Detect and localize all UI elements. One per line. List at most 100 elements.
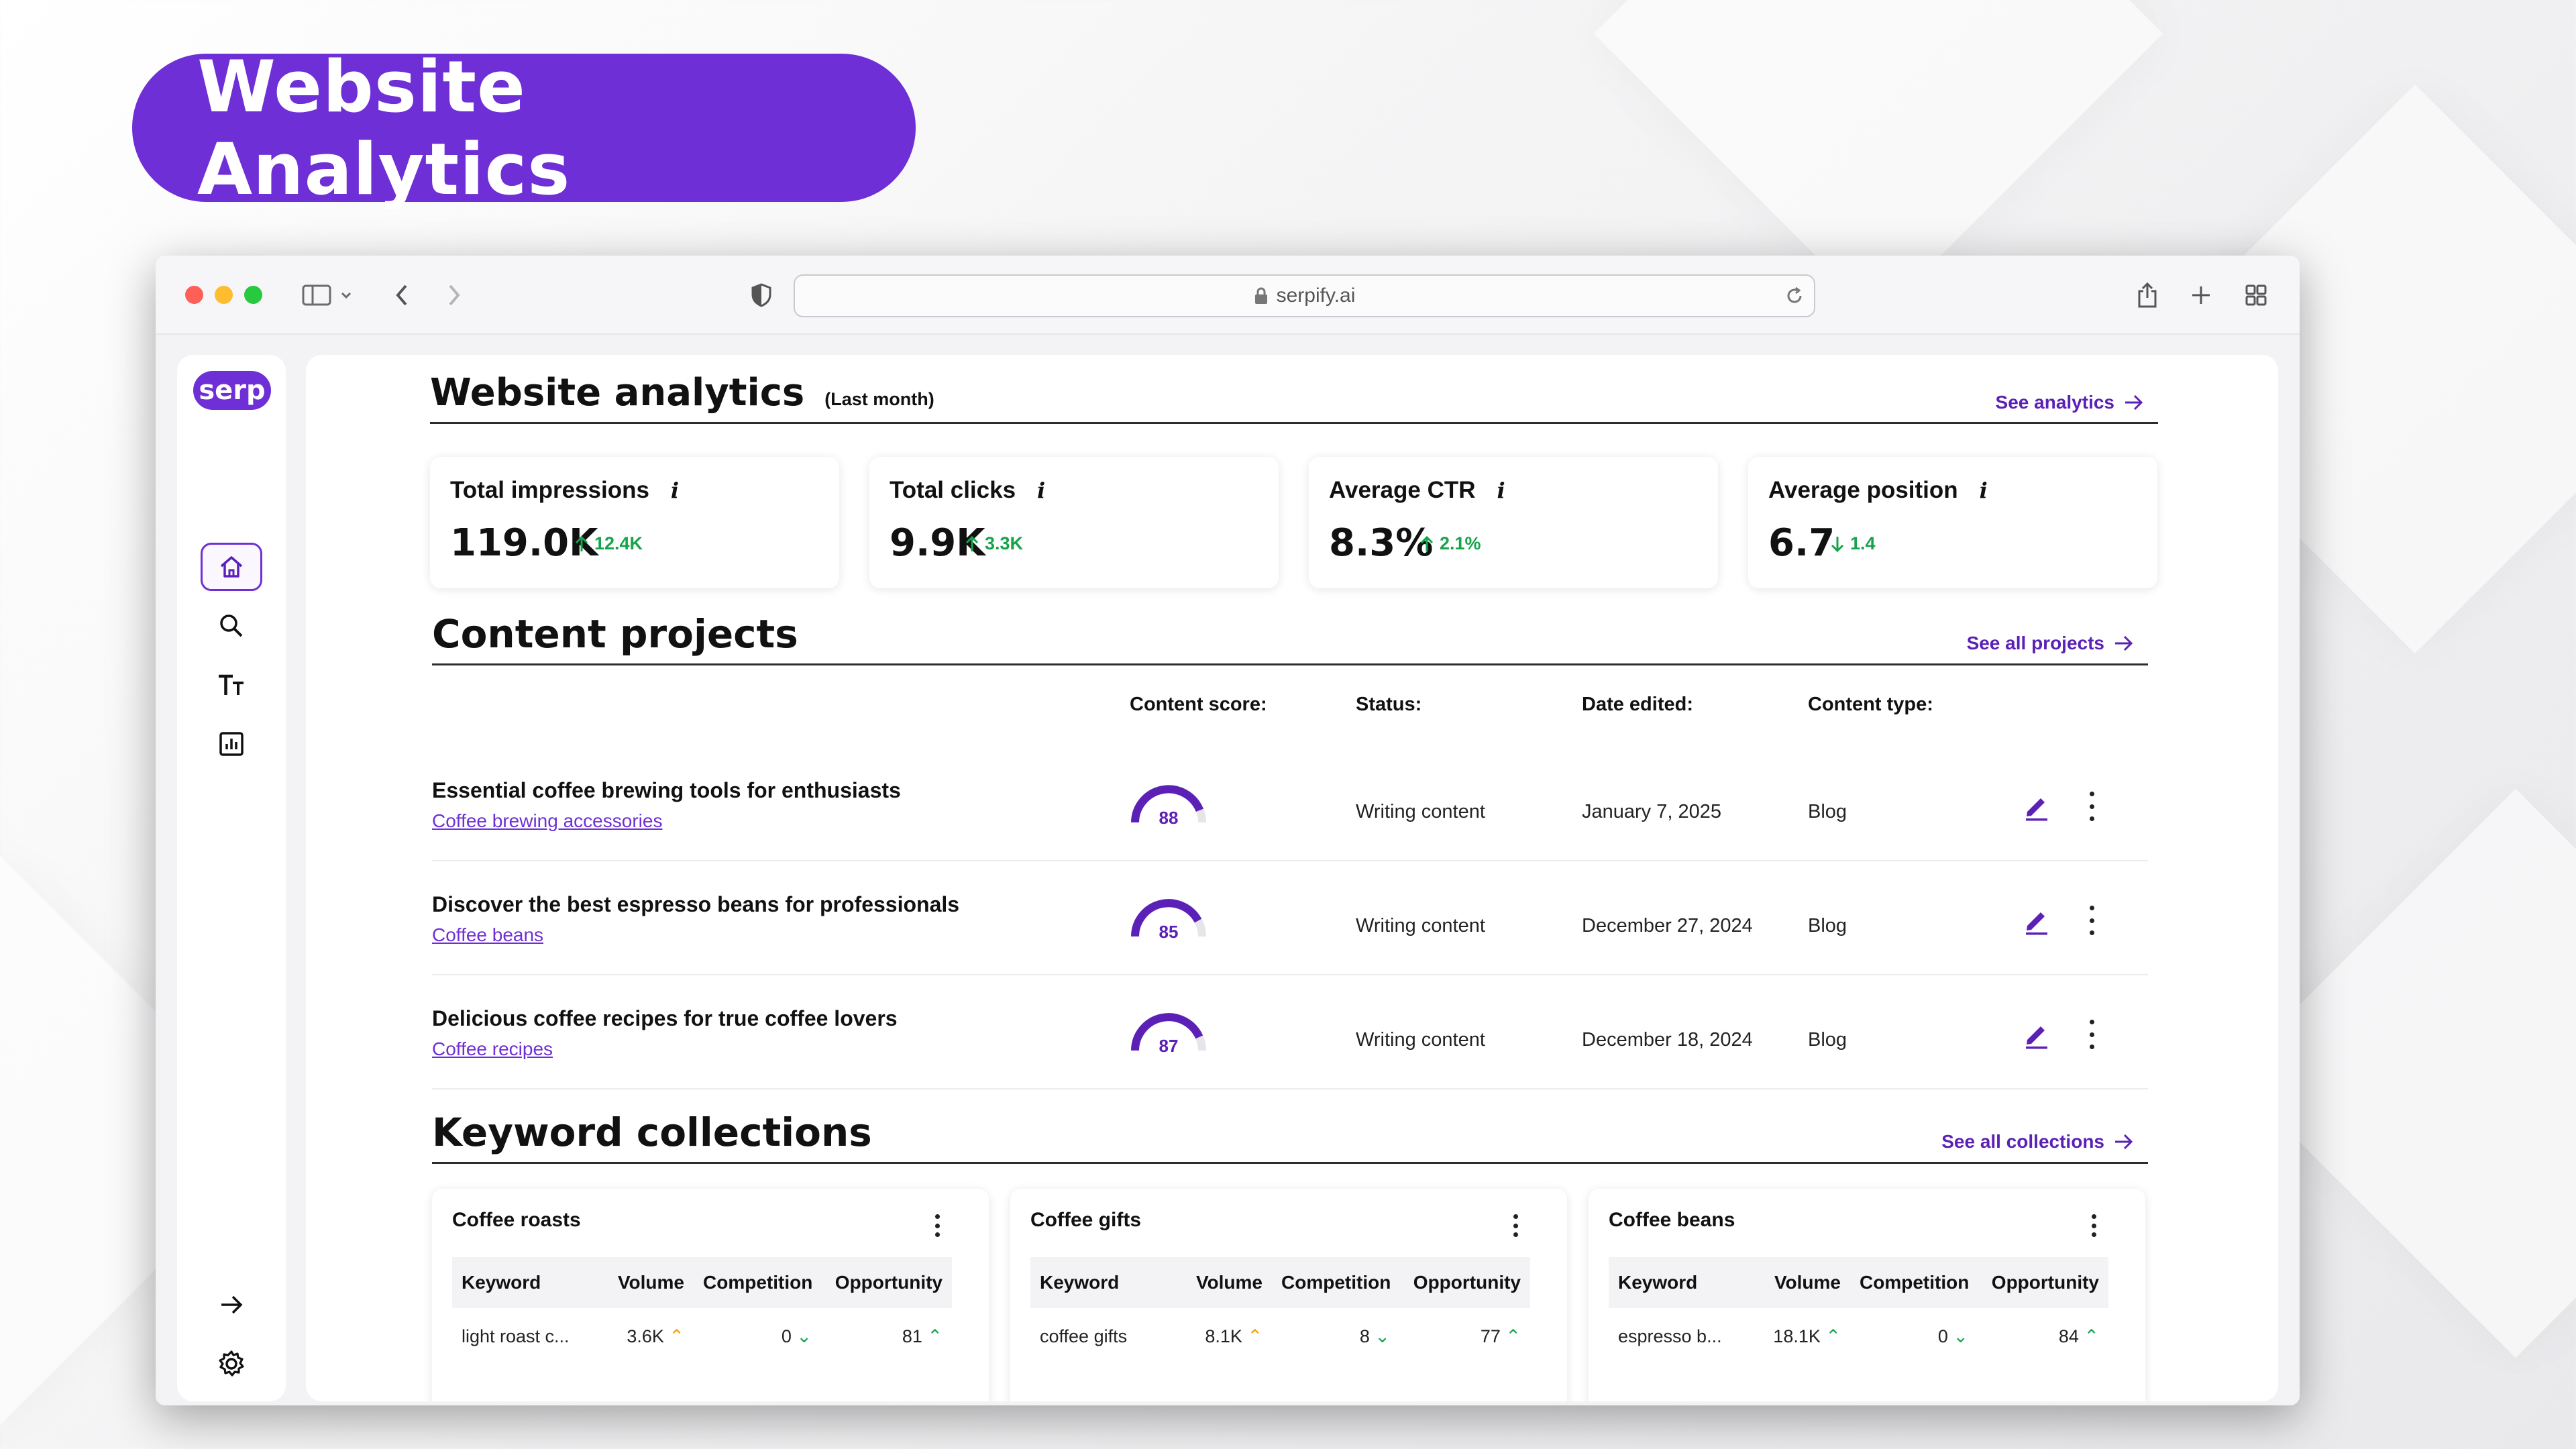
more-options-icon[interactable] [2090,1214,2098,1237]
sidebar-toggle-icon[interactable] [298,277,358,313]
chevron-down-icon: ⌄ [796,1326,812,1346]
minimize-window-button[interactable] [215,286,233,304]
table-row[interactable]: espresso b... 18.1K ⌃ 0 ⌄ 84 ⌃ [1609,1308,2108,1364]
volume-cell: 8.1K ⌃ [1185,1326,1272,1347]
analytics-period: (Last month) [824,389,934,409]
keyword-cell: espresso b... [1618,1326,1722,1346]
project-title[interactable]: Discover the best espresso beans for pro… [432,892,959,917]
more-options-icon[interactable] [1511,1214,1519,1237]
more-options-icon[interactable] [2088,792,2096,821]
share-icon[interactable] [2129,277,2165,313]
col-competition: Competition [1860,1272,1970,1293]
metric-label: Total impressions [450,477,649,503]
shield-icon[interactable] [743,277,780,313]
metric-card-clicks: Total clicks i 9.9K 3.3K [869,457,1279,588]
analytics-button[interactable] [201,720,262,768]
project-topic-link[interactable]: Coffee beans [432,924,543,946]
arrow-right-icon [221,1295,243,1314]
score-value: 87 [1159,1036,1179,1056]
status-text: Writing content [1356,801,1485,822]
project-title[interactable]: Delicious coffee recipes for true coffee… [432,1006,898,1031]
keyword-collection-card[interactable]: Coffee beans Keyword Volume Competition … [1589,1189,2145,1401]
metric-delta-value: 1.4 [1850,533,1876,553]
search-icon [220,614,243,637]
metric-value: 6.7 [1768,521,1835,565]
metric-card-position: Average position i 6.7 1.4 [1748,457,2157,588]
tab-overview-icon[interactable] [2238,277,2274,313]
score-value: 85 [1159,922,1179,942]
metric-delta: 2.1% [1419,533,1481,554]
table-header: Keyword Volume Competition Opportunity [452,1257,952,1308]
chevron-down-icon: ⌄ [1953,1326,1968,1346]
back-icon[interactable] [384,277,420,313]
table-header: Keyword Volume Competition Opportunity [1030,1257,1530,1308]
table-row[interactable]: light roast c... 3.6K ⌃ 0 ⌄ 81 ⌃ [452,1308,952,1364]
see-all-collections-label: See all collections [1941,1131,2104,1152]
opportunity-value: 81 [902,1326,922,1346]
metric-delta: 1.4 [1830,533,1876,554]
metric-delta: 3.3K [965,533,1023,554]
see-analytics-link[interactable]: See analytics [1996,392,2144,413]
collections-header: Keyword collections [432,1110,872,1155]
home-icon [220,556,243,578]
close-window-button[interactable] [185,286,203,304]
arrow-right-icon [2125,394,2143,411]
forward-icon[interactable] [436,277,472,313]
col-volume: Volume [1195,1272,1263,1293]
collection-name[interactable]: Coffee roasts [452,1209,581,1232]
metric-label: Average position [1768,477,1958,503]
keyword-cell: coffee gifts [1040,1326,1128,1346]
project-title[interactable]: Essential coffee brewing tools for enthu… [432,778,901,803]
edit-icon[interactable] [2022,792,2051,821]
edit-icon[interactable] [2022,1020,2051,1049]
date-text: December 18, 2024 [1582,1029,1753,1051]
see-all-collections-link[interactable]: See all collections [1941,1131,2134,1152]
gear-icon [219,1350,244,1377]
serp-logo[interactable]: serp [193,371,271,410]
see-all-projects-link[interactable]: See all projects [1967,633,2134,654]
chevron-down-icon: ⌄ [1375,1326,1390,1346]
info-icon[interactable]: i [1980,478,1988,503]
zoom-window-button[interactable] [244,286,262,304]
arrow-right-icon [2115,635,2133,651]
metric-card-ctr: Average CTR i 8.3% 2.1% [1309,457,1718,588]
address-bar[interactable]: serpify.ai [794,274,1815,317]
more-options-icon[interactable] [2088,906,2096,935]
double-chevron-up-icon: ⌃ [1505,1326,1521,1346]
reload-icon[interactable] [1784,286,1805,306]
search-button[interactable] [201,602,262,650]
table-row[interactable]: coffee gifts 8.1K ⌃ 8 ⌄ 77 ⌃ [1030,1308,1530,1364]
project-row[interactable]: Essential coffee brewing tools for enthu… [432,747,2148,861]
project-row[interactable]: Delicious coffee recipes for true coffee… [432,975,2148,1089]
edit-icon[interactable] [2022,906,2051,935]
opportunity-value: 84 [2058,1326,2079,1346]
collection-name[interactable]: Coffee beans [1609,1209,1735,1232]
col-competition: Competition [703,1272,813,1293]
col-opportunity: Opportunity [835,1272,943,1293]
new-tab-icon[interactable] [2183,277,2219,313]
settings-button[interactable] [201,1340,262,1388]
main-panel: Website analytics (Last month) See analy… [306,355,2278,1401]
metric-delta-value: 3.3K [985,533,1024,553]
keyword-collection-card[interactable]: Coffee roasts Keyword Volume Competition… [432,1189,989,1401]
info-icon[interactable]: i [1497,478,1505,503]
expand-sidebar-button[interactable] [201,1281,262,1329]
project-topic-link[interactable]: Coffee brewing accessories [432,810,662,832]
keyword-collection-card[interactable]: Coffee gifts Keyword Volume Competition … [1010,1189,1567,1401]
more-options-icon[interactable] [2088,1020,2096,1049]
type-text: Blog [1808,801,1847,822]
content-score-gauge: 88 [1130,785,1208,829]
date-text: December 27, 2024 [1582,915,1753,936]
text-tools-button[interactable] [201,661,262,709]
collection-name[interactable]: Coffee gifts [1030,1209,1141,1232]
project-row[interactable]: Discover the best espresso beans for pro… [432,861,2148,975]
project-topic-link[interactable]: Coffee recipes [432,1038,553,1060]
divider [432,1162,2148,1164]
info-icon[interactable]: i [1037,478,1045,503]
see-all-projects-label: See all projects [1966,633,2104,653]
info-icon[interactable]: i [671,478,679,503]
competition-cell: 0 ⌄ [694,1326,821,1347]
more-options-icon[interactable] [933,1214,941,1237]
score-value: 88 [1159,808,1179,828]
home-button[interactable] [201,543,262,591]
